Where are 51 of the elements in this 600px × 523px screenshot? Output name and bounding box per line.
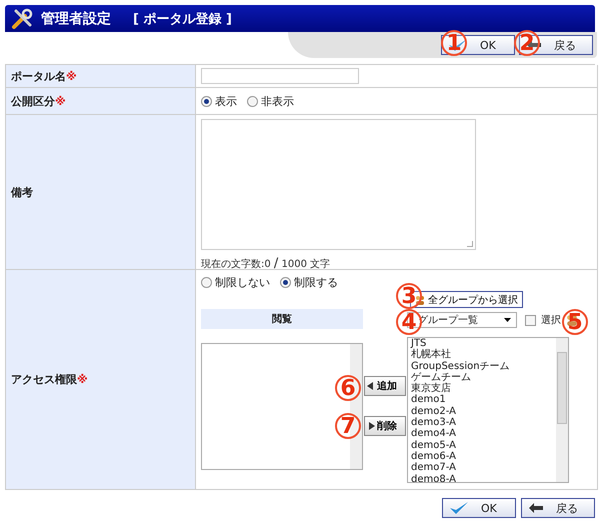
radio-label: 制限する xyxy=(294,274,338,290)
group-list-item[interactable]: demo6-A xyxy=(411,450,510,462)
page-subtitle: [ ポータル登録 ] xyxy=(133,10,232,28)
back-arrow-icon xyxy=(528,502,544,514)
group-list-item[interactable]: demo3-A xyxy=(411,417,510,428)
group-list-item[interactable]: demo1 xyxy=(411,394,510,406)
radio-button[interactable] xyxy=(201,96,212,106)
group-list-item[interactable]: JTS xyxy=(411,338,510,350)
radio-button[interactable] xyxy=(280,276,291,288)
field-label: 公開区分※ xyxy=(11,94,66,108)
radio-button[interactable] xyxy=(247,96,258,106)
notes-textarea[interactable] xyxy=(201,119,476,250)
group-list-item[interactable]: demo4-A xyxy=(411,428,510,440)
group-list-item[interactable]: GroupSessionチーム xyxy=(411,360,510,372)
group-list-item[interactable]: 札幌本社 xyxy=(411,349,510,361)
radio-label: 非表示 xyxy=(261,94,294,108)
group-list-item[interactable]: 東京支店 xyxy=(411,383,510,394)
group-list-item[interactable]: demo5-A xyxy=(411,440,510,451)
number-callout: 4 xyxy=(396,309,422,335)
delete-button[interactable]: 削除 xyxy=(364,416,406,436)
number-callout: 2 xyxy=(514,30,540,56)
group-listbox[interactable]: JTS 札幌本社 GroupSessionチーム ゲームチーム 東京支店 demo1 demo2-A demo3-A demo4-A demo5-A demo6-A demo7-A demo8-A xyxy=(407,337,569,483)
field-label: 備考 xyxy=(11,184,33,200)
radio-label: 表示 xyxy=(215,94,237,108)
number-callout: 6 xyxy=(335,375,361,401)
tools-icon xyxy=(11,8,33,30)
group-icon xyxy=(415,294,425,304)
page-title: 管理者設定 xyxy=(41,10,111,28)
radio-label: 制限しない xyxy=(215,274,270,290)
checkbox[interactable] xyxy=(525,314,536,326)
field-label: アクセス権限※ xyxy=(11,372,88,387)
portal-name-field[interactable] xyxy=(201,68,359,84)
add-button[interactable]: 追加 xyxy=(364,376,406,396)
character-counter: 現在の文字数:0 / 1000 文字 xyxy=(201,256,332,271)
radio-button[interactable] xyxy=(201,276,212,288)
group-list-item[interactable]: demo7-A xyxy=(411,462,510,474)
member-listbox[interactable] xyxy=(201,343,363,470)
check-icon xyxy=(449,500,469,516)
checkbox-label: 選択 xyxy=(541,314,561,327)
group-list-item[interactable]: demo8-A xyxy=(411,474,510,482)
number-callout: 7 xyxy=(335,413,361,439)
caret-icon xyxy=(504,318,511,322)
column-header: 閲覧 xyxy=(201,309,363,329)
right-arrow-icon xyxy=(367,422,375,430)
scrollbar[interactable] xyxy=(556,338,568,482)
left-arrow-icon xyxy=(367,382,375,390)
group-list-item[interactable]: demo2-A xyxy=(411,406,510,418)
group-list-item[interactable]: ゲームチーム xyxy=(411,372,510,384)
field-label: ポータル名※ xyxy=(11,68,77,84)
back-button[interactable]: 戻る xyxy=(521,498,595,518)
ok-button[interactable]: OK xyxy=(442,498,516,518)
